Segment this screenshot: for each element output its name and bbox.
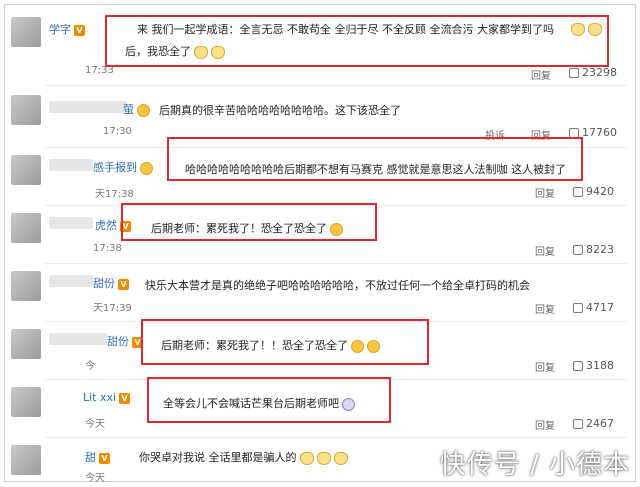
- highlight-box: [121, 203, 377, 241]
- divider: [45, 263, 627, 264]
- reply-button[interactable]: 回复: [535, 243, 555, 258]
- comment-list: 学字 V 来 我们一起学成语：全言无忌 不敢苟全 全归于尽 不全反顾 全流合污 大…: [4, 4, 636, 484]
- username[interactable]: 萤: [123, 101, 150, 117]
- vip-badge-icon: V: [119, 392, 131, 404]
- like-button[interactable]: 23298: [569, 66, 617, 79]
- username[interactable]: Lit xxi V: [83, 391, 131, 404]
- avatar[interactable]: [11, 95, 41, 125]
- blurred-name: [49, 333, 107, 345]
- blurred-name: [49, 275, 93, 287]
- like-button[interactable]: 2467: [573, 417, 614, 430]
- avatar[interactable]: [11, 213, 41, 243]
- blurred-name: [49, 101, 127, 113]
- avatar[interactable]: [11, 271, 41, 301]
- timestamp: 今天: [85, 473, 105, 484]
- thumb-up-icon: [569, 68, 579, 78]
- comment-text: 你哭卓对我说 全话里都是骗人的: [139, 449, 348, 465]
- username[interactable]: 甜份 V: [107, 333, 143, 349]
- vip-badge-icon: V: [74, 24, 85, 36]
- avatar[interactable]: [11, 155, 41, 185]
- reply-button[interactable]: 回复: [535, 185, 555, 200]
- timestamp: 今天: [85, 419, 105, 430]
- timestamp: 天17:38: [95, 189, 134, 200]
- timestamp: 今: [85, 361, 95, 372]
- badge-icon: [137, 103, 150, 117]
- thumb-up-icon: [573, 419, 583, 429]
- blurred-name: [49, 217, 93, 229]
- highlight-box: [167, 137, 583, 181]
- username[interactable]: 甜份 V: [93, 275, 129, 291]
- username[interactable]: 感手报到: [93, 159, 153, 175]
- vip-badge-icon: V: [99, 452, 110, 464]
- username[interactable]: 学字 V: [49, 21, 85, 37]
- thumb-up-icon: [573, 303, 583, 313]
- highlight-box: [105, 15, 609, 67]
- timestamp: 17:38: [93, 243, 122, 254]
- timestamp: 天17:39: [93, 303, 132, 314]
- reply-button[interactable]: 回复: [531, 67, 551, 82]
- comment-text: 后期真的很辛苦哈哈哈哈哈哈哈哈。这下该恐全了: [159, 104, 401, 117]
- divider: [45, 85, 627, 86]
- reply-button[interactable]: 回复: [535, 417, 555, 432]
- username[interactable]: 甜V: [85, 449, 110, 465]
- like-button[interactable]: 8223: [573, 243, 614, 256]
- highlight-box: [141, 319, 429, 365]
- vip-badge-icon: V: [118, 278, 129, 290]
- thumb-up-icon: [573, 361, 583, 371]
- timestamp: 17:30: [103, 126, 132, 137]
- thumb-up-icon: [573, 187, 583, 197]
- blurred-name: [49, 159, 93, 171]
- comment-text: 快乐大本营才是真的绝绝子吧哈哈哈哈哈哈，不放过任何一个给全卓打码的机会: [145, 279, 530, 292]
- avatar[interactable]: [11, 17, 41, 47]
- avatar[interactable]: [11, 329, 41, 359]
- like-button[interactable]: 4717: [573, 301, 614, 314]
- divider: [45, 437, 627, 438]
- avatar[interactable]: [11, 445, 41, 475]
- avatar[interactable]: [11, 387, 41, 417]
- like-button[interactable]: 9420: [573, 185, 614, 198]
- reply-button[interactable]: 回复: [535, 359, 555, 374]
- like-button[interactable]: 3188: [573, 359, 614, 372]
- highlight-box: [147, 377, 391, 423]
- watermark: 快传号 / 小德本: [439, 450, 630, 480]
- reply-button[interactable]: 回复: [535, 301, 555, 316]
- thumb-up-icon: [573, 245, 583, 255]
- badge-icon: [140, 161, 153, 175]
